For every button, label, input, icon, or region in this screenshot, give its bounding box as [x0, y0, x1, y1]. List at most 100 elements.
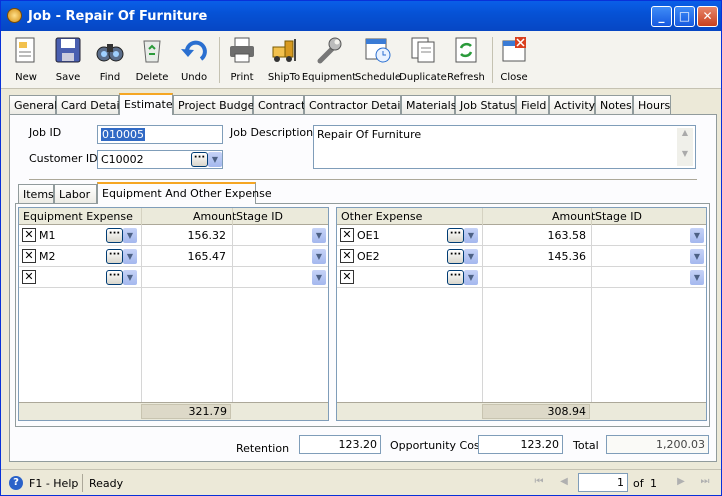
- page-number-input[interactable]: 1: [578, 473, 628, 492]
- tab-contract[interactable]: Contract: [253, 95, 305, 114]
- undo-button[interactable]: Undo: [171, 33, 217, 87]
- previous-page-icon[interactable]: ◀: [557, 476, 571, 488]
- equipment-lookup-button[interactable]: ···: [106, 249, 123, 264]
- undo-arrow-icon: [181, 40, 207, 61]
- tab-hours[interactable]: Hours: [633, 95, 671, 114]
- recycle-bin-icon: [143, 40, 161, 63]
- customer-lookup-button[interactable]: ···: [191, 152, 208, 167]
- total-value: 1,200.03: [606, 435, 709, 454]
- delete-row-icon[interactable]: ✕: [22, 270, 36, 284]
- equipment-lookup-button[interactable]: ···: [106, 228, 123, 243]
- table-row[interactable]: ✕ OE1 ··· ▼ 163.58 ▼: [337, 225, 706, 246]
- customer-id-label: Customer ID: [29, 152, 98, 165]
- col-stage-id: Stage ID: [236, 210, 283, 223]
- expense-lookup-button[interactable]: ···: [447, 249, 464, 264]
- minimize-button[interactable]: _: [651, 6, 672, 27]
- equipment-expense-grid: Equipment Expense Amount Stage ID ✕ M1 ·…: [18, 207, 329, 421]
- delete-row-icon[interactable]: ✕: [340, 270, 354, 284]
- tab-card-detail[interactable]: Card Detail: [56, 95, 123, 114]
- chevron-down-icon[interactable]: ▼: [123, 249, 137, 264]
- delete-row-icon[interactable]: ✕: [340, 249, 354, 263]
- equipment-button[interactable]: Equipment: [302, 33, 356, 87]
- total-label: Total: [573, 439, 599, 452]
- col-other-expense: Other Expense: [341, 210, 423, 223]
- scroll-up-icon: ▲: [681, 128, 689, 137]
- status-bar: ? F1 - Help Ready ⏮ ◀ 1 of 1 ▶ ⏭: [1, 469, 721, 495]
- first-page-icon[interactable]: ⏮: [532, 476, 546, 488]
- tab-estimate[interactable]: Estimate: [119, 93, 173, 115]
- chevron-down-icon[interactable]: ▼: [123, 228, 137, 243]
- forklift-icon: [272, 39, 296, 62]
- binoculars-icon: [96, 44, 124, 62]
- equipment-total: 321.79: [141, 404, 231, 419]
- close-window-icon: [502, 37, 526, 62]
- opportunity-cost-input[interactable]: 123.20: [478, 435, 563, 454]
- equipment-other-expense-panel: Equipment Expense Amount Stage ID ✕ M1 ·…: [15, 203, 710, 427]
- chevron-down-icon[interactable]: ▼: [464, 270, 478, 285]
- close-window-button[interactable]: ✕: [697, 6, 718, 27]
- chevron-down-icon[interactable]: ▼: [123, 270, 137, 285]
- table-row[interactable]: ✕ M1 ··· ▼ 156.32 ▼: [19, 225, 328, 246]
- retention-input[interactable]: 123.20: [299, 435, 381, 454]
- equipment-grid-header: Equipment Expense Amount Stage ID: [19, 208, 328, 225]
- tab-project-budget[interactable]: Project Budget: [173, 95, 259, 114]
- stage-dropdown-icon[interactable]: ▼: [312, 249, 326, 264]
- stage-dropdown-icon[interactable]: ▼: [690, 249, 704, 264]
- stage-dropdown-icon[interactable]: ▼: [690, 228, 704, 243]
- close-button[interactable]: Close: [491, 33, 537, 87]
- table-row[interactable]: ✕ OE2 ··· ▼ 145.36 ▼: [337, 246, 706, 267]
- duplicate-pages-icon: [411, 37, 435, 63]
- delete-row-icon[interactable]: ✕: [22, 228, 36, 242]
- new-document-icon: [15, 37, 35, 63]
- other-grid-header: Other Expense Amount Stage ID: [337, 208, 706, 225]
- col-amount: Amount: [193, 210, 237, 223]
- subtab-equipment-other-expense[interactable]: Equipment And Other Expense: [97, 182, 272, 204]
- tab-field[interactable]: Field: [516, 95, 549, 114]
- customer-dropdown-icon[interactable]: ▼: [208, 152, 222, 167]
- job-id-label: Job ID: [29, 126, 62, 139]
- description-scrollbar[interactable]: ▲ ▼: [677, 128, 693, 166]
- tab-general[interactable]: General: [9, 95, 57, 114]
- job-window: Job - Repair Of Furniture _ □ ✕ New Save…: [0, 0, 722, 496]
- stage-dropdown-icon[interactable]: ▼: [312, 270, 326, 285]
- next-page-icon[interactable]: ▶: [674, 476, 688, 488]
- last-page-icon[interactable]: ⏭: [698, 476, 712, 488]
- help-hint: F1 - Help: [29, 477, 79, 490]
- stage-dropdown-icon[interactable]: ▼: [690, 270, 704, 285]
- wrench-icon: [317, 37, 342, 64]
- toolbar: New Save Find Delete Undo Print ShipTo E…: [1, 31, 721, 89]
- table-row[interactable]: ✕ M2 ··· ▼ 165.47 ▼: [19, 246, 328, 267]
- refresh-button[interactable]: Refresh: [443, 33, 489, 87]
- col-equipment-expense: Equipment Expense: [23, 210, 133, 223]
- retention-label: Retention: [236, 442, 290, 455]
- job-id-input[interactable]: 010005: [97, 125, 223, 144]
- expense-lookup-button[interactable]: ···: [447, 270, 464, 285]
- table-row-new[interactable]: ✕ ··· ▼ ▼: [337, 267, 706, 288]
- other-grid-footer: 308.94: [337, 402, 706, 420]
- tab-contractor-details[interactable]: Contractor Details: [304, 95, 409, 114]
- expense-lookup-button[interactable]: ···: [447, 228, 464, 243]
- app-icon: [7, 8, 22, 23]
- scroll-down-icon: ▼: [681, 149, 689, 158]
- subtab-labor[interactable]: Labor: [54, 184, 97, 203]
- maximize-button[interactable]: □: [674, 6, 695, 27]
- equipment-lookup-button[interactable]: ···: [106, 270, 123, 285]
- chevron-down-icon[interactable]: ▼: [464, 228, 478, 243]
- other-total: 308.94: [482, 404, 590, 419]
- job-description-label: Job Description: [230, 126, 314, 139]
- table-row-new[interactable]: ✕ ··· ▼ ▼: [19, 267, 328, 288]
- subtab-items[interactable]: Items: [18, 184, 54, 203]
- stage-dropdown-icon[interactable]: ▼: [312, 228, 326, 243]
- status-text: Ready: [89, 477, 124, 490]
- chevron-down-icon[interactable]: ▼: [464, 249, 478, 264]
- tab-activity[interactable]: Activity: [549, 95, 595, 114]
- tab-job-status[interactable]: Job Status: [455, 95, 516, 114]
- tab-materials[interactable]: Materials: [401, 95, 456, 114]
- delete-row-icon[interactable]: ✕: [22, 249, 36, 263]
- delete-row-icon[interactable]: ✕: [340, 228, 354, 242]
- tab-notes[interactable]: Notes: [595, 95, 633, 114]
- job-description-input[interactable]: Repair Of Furniture: [313, 125, 696, 169]
- help-icon[interactable]: ?: [9, 476, 23, 490]
- estimate-panel: Job ID 010005 Customer ID C10002 ··· ▼ J…: [9, 114, 717, 462]
- col-stage-id: Stage ID: [595, 210, 642, 223]
